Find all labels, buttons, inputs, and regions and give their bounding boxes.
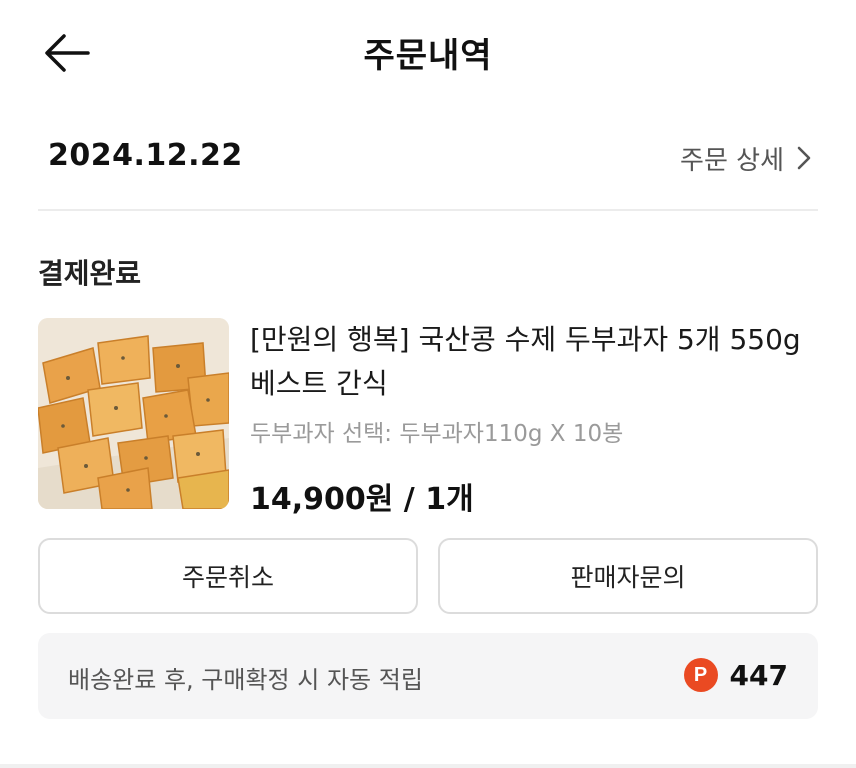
product-item[interactable]: [만원의 행복] 국산콩 수제 두부과자 5개 550g 베스트 간식 두부과자… — [38, 318, 818, 517]
seller-inquiry-button[interactable]: 판매자문의 — [438, 538, 818, 614]
order-detail-label: 주문 상세 — [680, 145, 784, 176]
points-icon: P — [683, 658, 718, 692]
product-option: 두부과자 선택: 두부과자110g X 10봉 — [250, 421, 624, 447]
order-date: 2024.12.22 — [48, 138, 243, 173]
order-detail-link[interactable]: 주문 상세 — [680, 138, 816, 178]
points-description: 배송완료 후, 구매확정 시 자동 적립 — [68, 666, 423, 694]
product-thumbnail[interactable] — [38, 318, 229, 509]
order-history-page: 주문내역 2024.12.22 주문 상세 결제완료 [만원의 행복] 국산콩 … — [0, 0, 856, 768]
points-value: 447 — [729, 658, 788, 692]
product-price: 14,900원 / 1개 — [250, 482, 474, 517]
order-status: 결제완료 — [38, 257, 142, 290]
order-info-row: 2024.12.22 주문 상세 — [40, 128, 816, 184]
page-title: 주문내역 — [363, 36, 493, 76]
divider — [38, 209, 818, 211]
divider — [0, 764, 856, 768]
points-info-box: 배송완료 후, 구매확정 시 자동 적립 P 447 — [38, 633, 818, 719]
header: 주문내역 — [0, 0, 856, 110]
points-amount: P 447 — [683, 655, 788, 695]
product-name[interactable]: [만원의 행복] 국산콩 수제 두부과자 5개 550g 베스트 간식 — [250, 318, 820, 406]
chevron-right-icon — [797, 146, 811, 170]
product-info: [만원의 행복] 국산콩 수제 두부과자 5개 550g 베스트 간식 두부과자… — [250, 318, 818, 518]
cancel-order-button[interactable]: 주문취소 — [38, 538, 418, 614]
